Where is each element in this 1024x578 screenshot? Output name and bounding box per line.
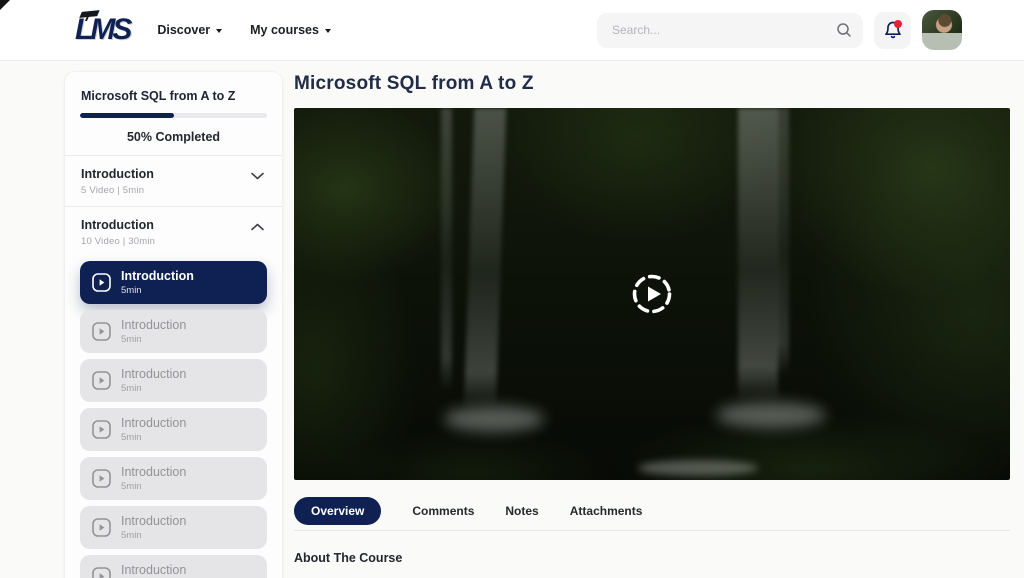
divider [294, 530, 1010, 531]
lesson-duration: 5min [121, 334, 186, 345]
header-actions [597, 10, 962, 50]
lesson-duration: 5min [121, 383, 186, 394]
play-video-icon [92, 469, 111, 488]
lesson-item[interactable]: Introduction 5min [80, 555, 267, 578]
logo-text: LMS [75, 15, 133, 45]
waterfall-graphic [738, 108, 778, 402]
lesson-title: Introduction [121, 563, 186, 577]
nav-discover[interactable]: Discover [157, 23, 222, 37]
lesson-title: Introduction [121, 416, 186, 430]
play-video-icon [92, 371, 111, 390]
progress-fill [80, 113, 174, 118]
lesson-title: Introduction [121, 367, 186, 381]
lesson-item[interactable]: Introduction 5min [80, 408, 267, 451]
nav-my-courses[interactable]: My courses [250, 23, 331, 37]
section-title: Introduction [81, 218, 266, 232]
lesson-title: Introduction [121, 269, 194, 283]
waterfall-graphic [777, 108, 789, 376]
lesson-item-active[interactable]: Introduction 5min [80, 261, 267, 304]
play-video-icon [92, 567, 111, 578]
lesson-duration: 5min [121, 481, 186, 492]
lesson-title: Introduction [121, 318, 186, 332]
tab-overview[interactable]: Overview [294, 497, 381, 525]
notification-badge [894, 20, 902, 28]
play-video-icon [92, 420, 111, 439]
content-tabs: Overview Comments Notes Attachments [294, 497, 1010, 525]
page-body: Microsoft SQL from A to Z 50% Completed … [0, 61, 1024, 578]
page-title: Microsoft SQL from A to Z [294, 73, 1010, 95]
section-introduction-2[interactable]: Introduction 10 Video | 30min [80, 207, 267, 257]
section-meta: 5 Video | 5min [81, 185, 266, 196]
section-meta: 10 Video | 30min [81, 236, 266, 247]
tab-notes[interactable]: Notes [505, 497, 538, 525]
lesson-duration: 5min [121, 530, 186, 541]
lesson-item[interactable]: Introduction 5min [80, 359, 267, 402]
progress-bar [80, 113, 267, 118]
lesson-list: Introduction 5min Introduction 5min [80, 261, 267, 578]
lesson-item[interactable]: Introduction 5min [80, 457, 267, 500]
app-header: LMS Discover My courses [0, 0, 1024, 61]
play-video-icon [92, 518, 111, 537]
app-logo[interactable]: LMS [75, 15, 133, 45]
section-title: Introduction [81, 167, 266, 181]
search-box [597, 13, 863, 48]
progress-label: 50% Completed [80, 130, 267, 144]
waterfall-graphic [441, 108, 452, 391]
nav-discover-label: Discover [157, 23, 210, 37]
chevron-down-icon [251, 172, 264, 180]
sidebar-course-title: Microsoft SQL from A to Z [81, 89, 266, 103]
course-main: Microsoft SQL from A to Z Overview Comme… [294, 72, 1010, 565]
mist-graphic [716, 402, 826, 428]
lesson-item[interactable]: Introduction 5min [80, 506, 267, 549]
user-avatar[interactable] [922, 10, 962, 50]
chevron-down-icon [325, 29, 331, 33]
video-player[interactable] [294, 108, 1010, 480]
waterfall-graphic [464, 108, 507, 409]
lesson-item[interactable]: Introduction 5min [80, 310, 267, 353]
lesson-duration: 5min [121, 285, 194, 296]
notifications-button[interactable] [874, 12, 911, 49]
chevron-up-icon [251, 223, 264, 231]
lesson-duration: 5min [121, 432, 186, 443]
mist-graphic [444, 406, 544, 432]
search-icon[interactable] [836, 22, 852, 38]
tab-comments[interactable]: Comments [412, 497, 474, 525]
stream-graphic [638, 460, 758, 476]
chevron-down-icon [216, 29, 222, 33]
play-video-icon [92, 322, 111, 341]
lesson-title: Introduction [121, 465, 186, 479]
course-sidebar: Microsoft SQL from A to Z 50% Completed … [65, 72, 282, 578]
play-button[interactable] [629, 271, 675, 317]
lesson-title: Introduction [121, 514, 186, 528]
search-input[interactable] [597, 13, 863, 48]
nav-my-courses-label: My courses [250, 23, 319, 37]
cursor-artifact [0, 0, 10, 10]
tab-attachments[interactable]: Attachments [570, 497, 643, 525]
play-video-icon [92, 273, 111, 292]
section-introduction-1[interactable]: Introduction 5 Video | 5min [80, 156, 267, 206]
main-nav: Discover My courses [157, 23, 331, 37]
about-course-heading: About The Course [294, 551, 1010, 565]
